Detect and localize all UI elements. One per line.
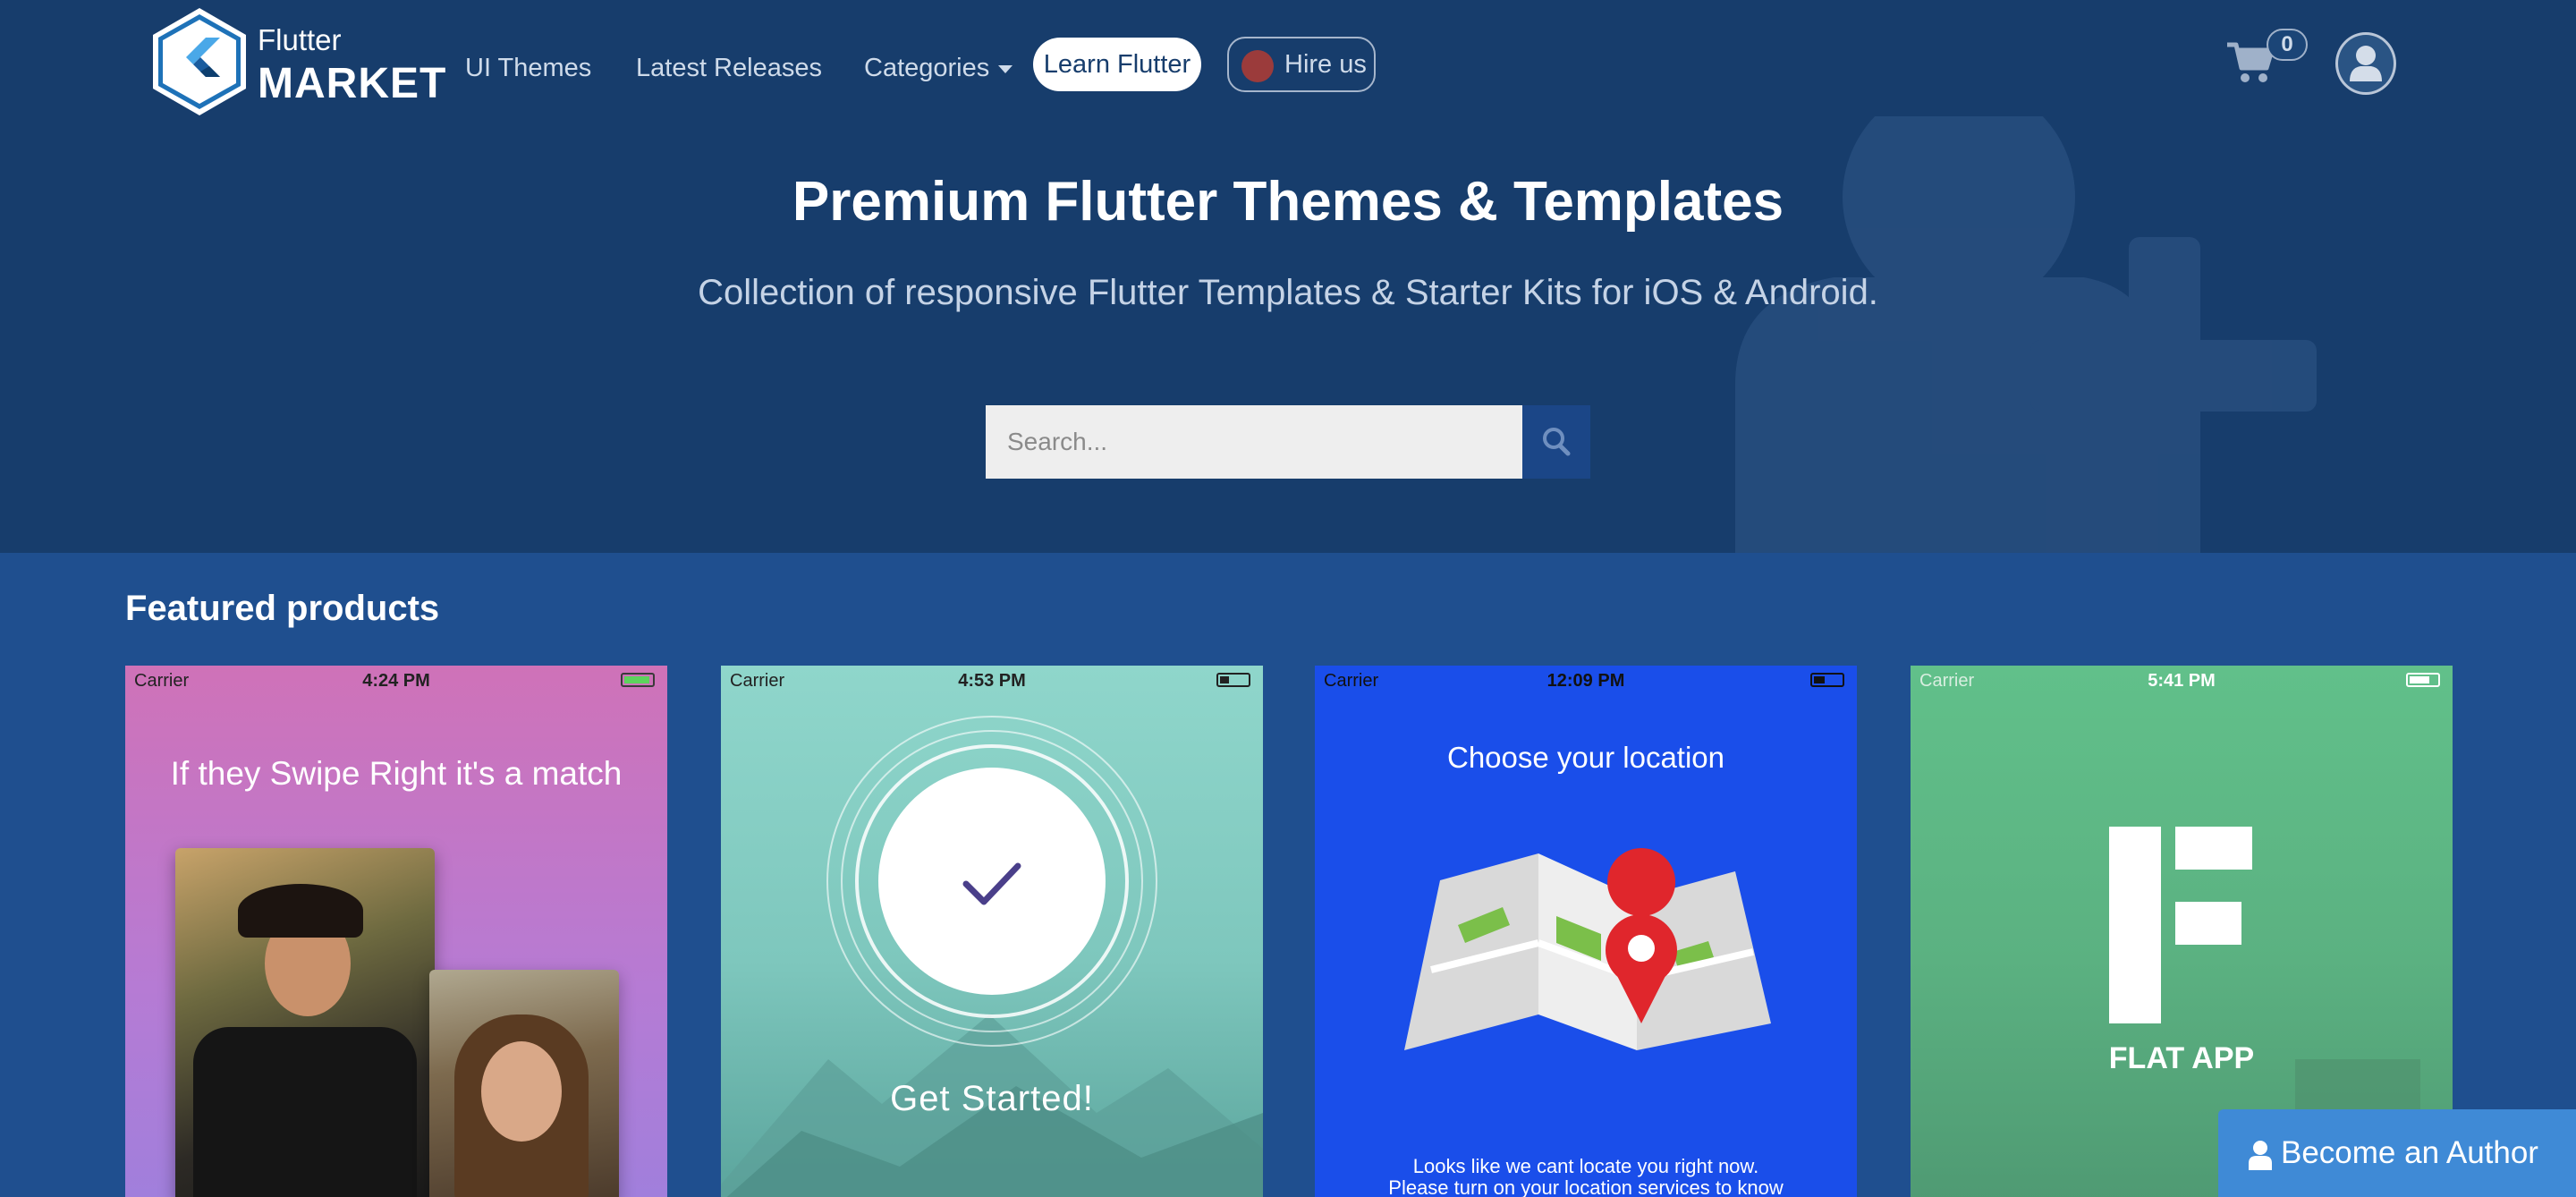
status-time: 4:53 PM <box>958 671 1026 691</box>
learn-flutter-button[interactable]: Learn Flutter <box>1033 38 1201 91</box>
success-circle <box>878 768 1106 995</box>
hire-avatar-icon <box>1241 50 1274 82</box>
location-message-line1: Looks like we cant locate you right now. <box>1412 1155 1759 1177</box>
search-input[interactable] <box>986 405 1522 479</box>
phone-status-bar: Carrier 12:09 PM <box>1315 666 1857 694</box>
location-message-line2: Please turn on your location services to… <box>1388 1176 1784 1197</box>
user-account-button[interactable] <box>2335 32 2396 95</box>
status-time: 12:09 PM <box>1546 671 1625 691</box>
profile-photo-woman <box>429 970 619 1197</box>
become-author-button[interactable]: Become an Author <box>2218 1109 2576 1197</box>
folded-map-icon <box>1404 848 1771 1050</box>
nav-latest-releases[interactable]: Latest Releases <box>636 54 822 83</box>
card-headline: If they Swipe Right it's a match <box>170 755 623 792</box>
featured-products-heading: Featured products <box>125 589 440 628</box>
user-icon <box>2350 46 2382 81</box>
search-icon <box>1543 428 1571 456</box>
cart-count-badge: 0 <box>2267 29 2308 61</box>
card-headline: Choose your location <box>1446 741 1725 774</box>
flat-app-logo-icon <box>2109 827 2252 1023</box>
hero-title: Premium Flutter Themes & Templates <box>792 171 1784 233</box>
user-icon <box>2249 1140 2272 1170</box>
hire-us-button[interactable]: Hire us <box>1227 37 1376 92</box>
phone-status-bar: Carrier 4:53 PM <box>721 666 1263 694</box>
flutter-market-logo-icon <box>153 8 246 115</box>
location-message: Looks like we cant locate you right now.… <box>1315 1156 1857 1197</box>
product-card-get-started[interactable]: Carrier 4:53 PM Get Started! <box>721 666 1263 1197</box>
checkmark-icon <box>962 862 1021 905</box>
status-time: 5:41 PM <box>2148 671 2216 691</box>
product-card-choose-location[interactable]: Carrier 12:09 PM Choose your location Lo… <box>1315 666 1857 1197</box>
hire-us-label: Hire us <box>1284 50 1367 79</box>
battery-icon <box>1810 673 1844 687</box>
nav-categories-label: Categories <box>864 54 990 82</box>
product-card-swipe-match[interactable]: Carrier 4:24 PM If they Swipe Right it's… <box>125 666 667 1197</box>
profile-photo-man <box>175 848 435 1197</box>
battery-icon <box>1216 673 1250 687</box>
become-author-label: Become an Author <box>2281 1135 2538 1170</box>
battery-icon <box>621 673 655 687</box>
logo-text-market: MARKET <box>258 60 447 107</box>
card-label: Get Started! <box>890 1079 1094 1118</box>
hero-section: Flutter MARKET UI Themes Latest Releases… <box>0 0 2576 553</box>
phone-status-bar: Carrier 5:41 PM <box>1911 666 2453 694</box>
phone-status-bar: Carrier 4:24 PM <box>125 666 667 694</box>
search-button[interactable] <box>1522 405 1590 479</box>
caret-down-icon <box>998 64 1013 73</box>
logo-text-flutter: Flutter <box>258 23 342 56</box>
hero-subtitle: Collection of responsive Flutter Templat… <box>698 273 1878 312</box>
top-navbar: Flutter MARKET UI Themes Latest Releases… <box>0 0 2576 125</box>
battery-icon <box>2406 673 2440 687</box>
nav-ui-themes[interactable]: UI Themes <box>465 54 591 83</box>
site-logo[interactable]: Flutter MARKET <box>150 5 445 120</box>
nav-categories-dropdown[interactable]: Categories <box>864 54 1013 83</box>
status-time: 4:24 PM <box>362 671 430 691</box>
